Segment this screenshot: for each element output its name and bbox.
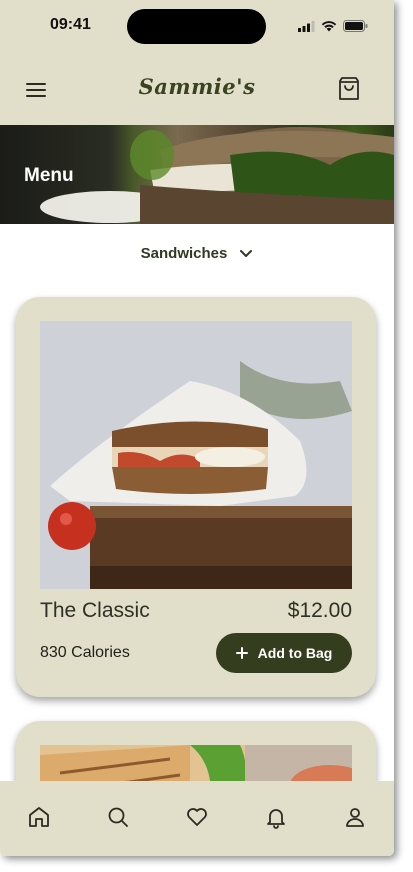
hero-banner: Menu [0, 125, 394, 224]
cellular-signal-icon [298, 20, 315, 32]
heart-icon[interactable] [185, 805, 209, 829]
dynamic-island [127, 9, 266, 44]
brand-logo: Sammie's [138, 74, 256, 99]
status-time: 09:41 [50, 16, 91, 33]
product-card[interactable]: The Classic $12.00 830 Calories Add to B… [16, 297, 376, 697]
product-calories: 830 Calories [40, 644, 130, 661]
app-header: Sammie's [0, 56, 394, 125]
bottom-tab-bar [0, 781, 394, 856]
add-to-bag-label: Add to Bag [257, 645, 333, 661]
hero-title: Menu [24, 165, 74, 186]
wifi-icon [321, 21, 337, 32]
product-price: $12.00 [287, 599, 352, 622]
sandwich-photo [40, 321, 352, 589]
chevron-down-icon [240, 249, 253, 257]
status-icons [298, 19, 368, 33]
category-dropdown[interactable]: Sandwiches [0, 242, 394, 264]
home-icon[interactable] [27, 805, 51, 829]
status-bar: 09:41 [0, 0, 394, 56]
battery-icon [343, 20, 368, 32]
profile-icon[interactable] [343, 805, 367, 829]
shopping-bag-icon[interactable] [336, 76, 362, 102]
product-name: The Classic [40, 599, 150, 622]
phone-screen: 09:41 Sammie's Menu Sandwiches The Class… [0, 0, 394, 856]
bell-icon[interactable] [264, 805, 288, 829]
add-to-bag-button[interactable]: Add to Bag [216, 633, 352, 673]
search-icon[interactable] [106, 805, 130, 829]
product-image [40, 321, 352, 589]
category-label: Sandwiches [140, 244, 228, 262]
plus-icon [235, 647, 248, 659]
